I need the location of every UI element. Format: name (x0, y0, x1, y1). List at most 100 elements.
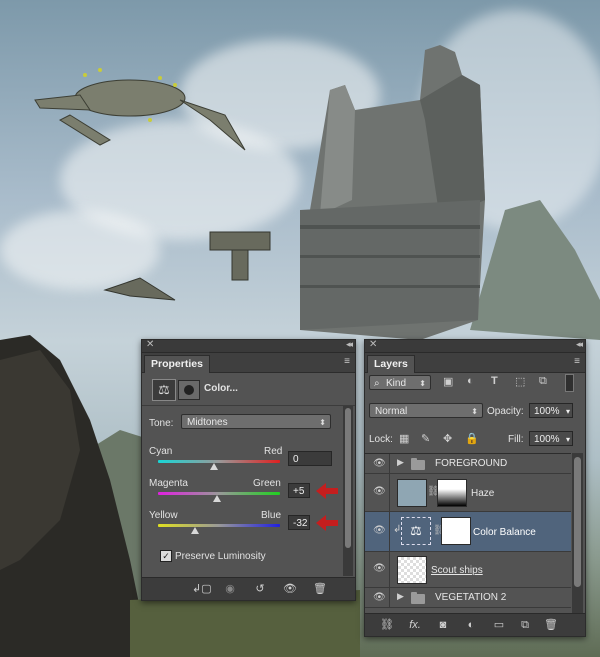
cyan-red-slider[interactable] (158, 460, 280, 463)
layer-row-foreground[interactable]: 👁 ▶ FOREGROUND (365, 454, 571, 474)
lock-transparency-icon[interactable]: ▦ (399, 432, 409, 445)
filter-smart-object-icon[interactable]: ⧉ (539, 375, 547, 388)
eye-icon[interactable]: 👁 (373, 563, 386, 574)
filter-kind-dropdown[interactable]: ⌕ Kind ⬍ (369, 375, 431, 390)
layer-thumbnail (397, 479, 427, 507)
trash-icon[interactable]: 🗑 (312, 582, 328, 596)
collapse-icon[interactable]: ◂◂ (346, 339, 353, 350)
trash-icon[interactable]: 🗑 (543, 618, 559, 632)
blend-mode-dropdown[interactable]: Normal ⬍ (369, 403, 483, 418)
properties-titlebar[interactable]: ✕ ◂◂ (142, 339, 355, 353)
folder-icon (411, 592, 425, 604)
layer-name: Scout ships (431, 565, 483, 576)
eye-icon[interactable]: 👁 (373, 592, 386, 603)
close-icon[interactable]: ✕ (369, 339, 377, 350)
filter-shape-icon[interactable]: ⬚ (515, 375, 525, 388)
lock-move-icon[interactable]: ✥ (443, 432, 452, 445)
collapse-icon[interactable]: ◂◂ (576, 339, 583, 350)
slider-thumb[interactable] (210, 463, 218, 470)
opacity-label: Opacity: (487, 406, 524, 417)
eye-cell: 👁 (365, 512, 390, 551)
eye-icon[interactable]: 👁 (373, 525, 386, 536)
annotation-arrow (316, 515, 338, 531)
properties-scrollbar[interactable] (343, 406, 353, 576)
layers-titlebar[interactable]: ✕ ◂◂ (365, 339, 585, 353)
lock-label: Lock: (369, 434, 393, 445)
eye-cell: 👁 (365, 552, 390, 587)
add-mask-icon[interactable]: ◙ (435, 618, 451, 632)
blend-mode-value: Normal (375, 406, 408, 417)
layer-name: Color Balance (473, 527, 536, 538)
layer-mask-thumbnail (437, 479, 467, 507)
visibility-icon[interactable]: 👁 (282, 582, 298, 596)
panel-menu-icon[interactable]: ≡ (574, 356, 580, 367)
properties-panel: ✕ ◂◂ Properties ≡ ⚖ Color... Tone: Midto… (141, 339, 356, 601)
properties-footer: ↲▢ ◉ ↺ 👁 🗑 (142, 577, 355, 600)
expand-arrow-icon[interactable]: ▶ (397, 457, 404, 468)
slider-thumb[interactable] (213, 495, 221, 502)
fill-value: 100% (534, 434, 560, 445)
color-balance-icon[interactable]: ⚖ (152, 379, 176, 401)
slider-blue-label: Blue (261, 510, 282, 521)
filter-adjustment-icon[interactable]: ◐ (467, 375, 474, 387)
mask-icon[interactable] (178, 380, 200, 400)
preserve-luminosity-label: Preserve Luminosity (175, 551, 266, 562)
lock-all-icon[interactable]: 🔒 (465, 432, 479, 445)
new-group-icon[interactable]: ▭ (491, 618, 507, 632)
updown-icon: ⬍ (419, 379, 426, 388)
tone-dropdown[interactable]: Midtones ⬍ (181, 414, 331, 429)
layer-row-color-balance[interactable]: 👁 ↲ ⚖ ⛓ Color Balance (365, 512, 571, 552)
eye-cell: 👁 (365, 474, 390, 511)
close-icon[interactable]: ✕ (146, 339, 154, 350)
slider-thumb[interactable] (191, 527, 199, 534)
opacity-field[interactable]: 100% ▾ (529, 403, 573, 418)
dropdown-arrow-icon: ▾ (565, 407, 570, 416)
layer-thumbnail (397, 556, 427, 584)
slider-red-label: Red (264, 446, 283, 457)
layer-mask-thumbnail (441, 517, 471, 545)
updown-icon: ⬍ (319, 418, 326, 427)
lock-paint-icon[interactable]: ✎ (421, 432, 430, 445)
magenta-green-value[interactable]: +5 (288, 483, 310, 498)
slider-green-label: Green (253, 478, 281, 489)
layer-row-scout-ships[interactable]: 👁 Scout ships (365, 552, 571, 588)
expand-arrow-icon[interactable]: ▶ (397, 591, 404, 602)
eye-icon[interactable]: 👁 (373, 458, 386, 469)
tab-properties[interactable]: Properties (144, 355, 210, 373)
layers-footer: ⛓ fx. ◙ ◐ ▭ ⧉ 🗑 (365, 613, 585, 636)
updown-icon: ⬍ (471, 407, 478, 416)
link-layers-icon[interactable]: ⛓ (379, 618, 395, 632)
yellow-blue-slider[interactable] (158, 524, 280, 527)
adjustment-header: ⚖ Color... (142, 373, 355, 406)
reset-icon[interactable]: ↺ (252, 582, 268, 596)
new-adjustment-icon[interactable]: ◐ (463, 618, 479, 632)
properties-tabbar: Properties ≡ (142, 353, 355, 373)
fill-label: Fill: (508, 434, 524, 445)
new-layer-icon[interactable]: ⧉ (517, 618, 533, 632)
view-previous-icon[interactable]: ◉ (222, 582, 238, 596)
search-icon: ⌕ (374, 378, 380, 389)
yellow-blue-value[interactable]: -32 (288, 515, 310, 530)
folder-icon (411, 458, 425, 470)
tab-layers[interactable]: Layers (367, 355, 415, 373)
slider-cyan-label: Cyan (149, 446, 173, 457)
cyan-red-value[interactable]: 0 (288, 451, 332, 466)
layer-name: FOREGROUND (435, 458, 508, 469)
filter-type-icon[interactable]: T (491, 375, 498, 387)
dropdown-arrow-icon: ▾ (565, 435, 570, 444)
eye-cell: 👁 (365, 588, 390, 607)
layer-row-haze[interactable]: 👁 ⛓ Haze (365, 474, 571, 512)
filter-kind-value: Kind (386, 378, 407, 389)
layers-scrollbar[interactable] (572, 453, 583, 613)
preserve-luminosity-checkbox[interactable]: ✓ (160, 550, 172, 562)
fill-field[interactable]: 100% ▾ (529, 431, 573, 446)
clip-to-layer-icon[interactable]: ↲▢ (192, 582, 212, 596)
adjustment-title: Color... (204, 383, 238, 394)
layer-row-vegetation-2[interactable]: 👁 ▶ VEGETATION 2 (365, 588, 571, 608)
fx-icon[interactable]: fx. (407, 618, 423, 632)
layers-tabbar: Layers ≡ (365, 353, 585, 373)
panel-menu-icon[interactable]: ≡ (344, 356, 350, 367)
filter-toggle[interactable] (565, 374, 574, 392)
filter-pixel-icon[interactable]: ▣ (443, 375, 453, 388)
eye-icon[interactable]: 👁 (373, 486, 386, 497)
